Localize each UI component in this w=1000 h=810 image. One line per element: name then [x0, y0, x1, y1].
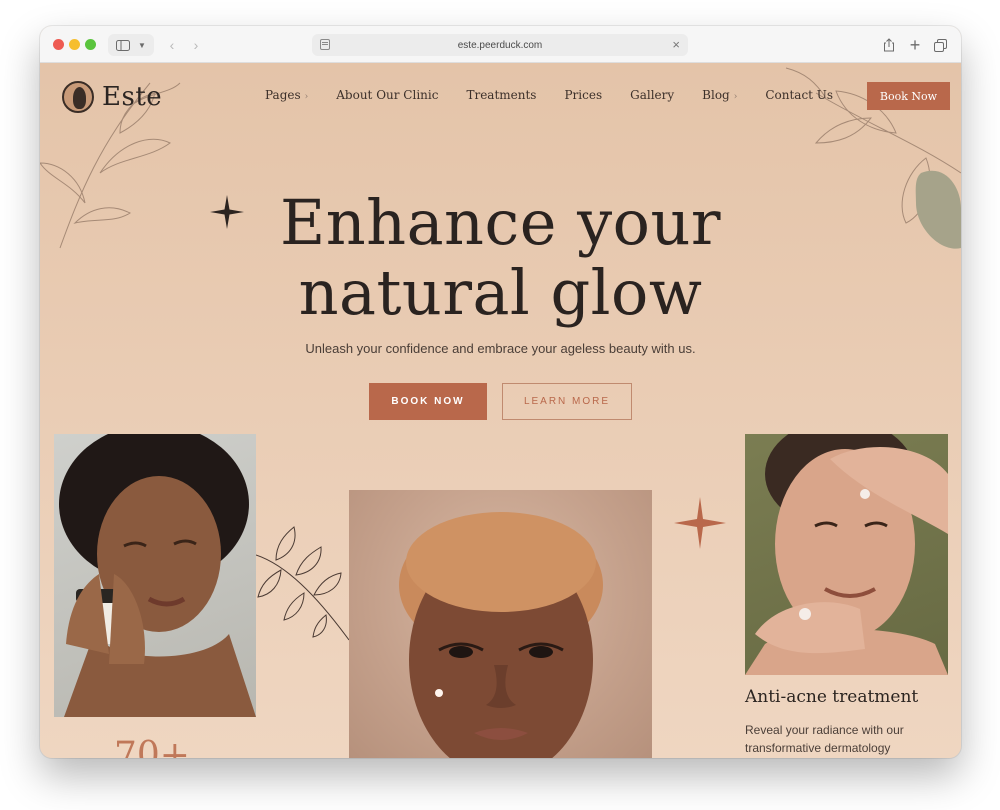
browser-toolbar: ▼ ‹ › este.peerduck.com × + — [40, 26, 961, 63]
nav-label: Gallery — [630, 88, 675, 102]
book-now-header-button[interactable]: Book Now — [867, 82, 950, 110]
chevron-right-icon: › — [733, 92, 738, 102]
forward-button[interactable]: › — [186, 34, 206, 56]
hero-title-line1: Enhance your — [279, 186, 722, 259]
nav-label: About Our Clinic — [336, 88, 439, 102]
chevron-right-icon: › — [304, 92, 309, 102]
nav-label: Prices — [564, 88, 603, 102]
portrait-woman-short-hair-icon — [399, 512, 603, 758]
portrait-man-cleansing-icon — [745, 434, 948, 675]
nav-label: Blog — [702, 88, 730, 102]
address-bar[interactable]: este.peerduck.com × — [312, 34, 688, 56]
book-now-button[interactable]: BOOK NOW — [369, 383, 487, 420]
page-menu-icon[interactable] — [320, 39, 330, 50]
logo-face-icon — [62, 81, 94, 113]
nav-item-treatments[interactable]: Treatments — [466, 88, 536, 102]
close-window-button[interactable] — [53, 39, 64, 50]
nav-item-blog[interactable]: Blog › — [702, 88, 737, 102]
share-icon — [884, 38, 894, 52]
chevron-left-icon: ‹ — [169, 37, 175, 53]
nav-label: Contact Us — [765, 88, 834, 102]
nav-item-gallery[interactable]: Gallery — [630, 88, 674, 102]
new-tab-button[interactable]: + — [906, 34, 924, 56]
stat-counter: 70+ — [114, 735, 190, 758]
back-button[interactable]: ‹ — [162, 34, 182, 56]
hero-title-line2: natural glow — [298, 256, 703, 329]
photo-man-cleansing — [745, 434, 948, 675]
sidebar-toggle-button[interactable]: ▼ — [108, 34, 154, 56]
tab-overview-button[interactable] — [931, 34, 949, 56]
nav-item-prices[interactable]: Prices — [564, 88, 602, 102]
sidebar-icon — [116, 39, 131, 51]
photo-woman-short-hair — [349, 490, 652, 758]
plus-icon: + — [909, 34, 921, 55]
nav-item-contact[interactable]: Contact Us — [765, 88, 833, 102]
chevron-down-icon: ▼ — [138, 40, 146, 50]
nav-item-about[interactable]: About Our Clinic — [336, 88, 438, 102]
clear-url-icon[interactable]: × — [672, 37, 680, 52]
hero-title: Enhance your natural glow — [40, 188, 961, 328]
url-text: este.peerduck.com — [457, 39, 543, 51]
main-navigation: Pages › About Our Clinic Treatments Price… — [265, 88, 861, 102]
treatment-card-text: Reveal your radiance with our transforma… — [745, 723, 904, 755]
maximize-window-button[interactable] — [85, 39, 96, 50]
portrait-woman-cream-icon — [59, 434, 256, 717]
sparkle-star-accent-icon — [674, 497, 726, 549]
nav-label: Pages — [265, 88, 301, 102]
webpage: Este Pages › About Our Clinic Treatments … — [40, 63, 961, 758]
hero-subtitle: Unleash your confidence and embrace your… — [305, 341, 696, 356]
branch-decoration-icon — [256, 526, 350, 641]
site-logo[interactable]: Este — [62, 81, 162, 113]
learn-more-button[interactable]: LEARN MORE — [502, 383, 632, 420]
tabs-icon — [933, 38, 947, 52]
photo-woman-with-cream — [54, 434, 256, 717]
treatment-card-title[interactable]: Anti-acne treatment — [745, 687, 918, 707]
chevron-right-icon: › — [193, 37, 199, 53]
logo-text: Este — [102, 82, 163, 112]
minimize-window-button[interactable] — [69, 39, 80, 50]
nav-item-pages[interactable]: Pages › — [265, 88, 308, 102]
share-button[interactable] — [880, 34, 898, 56]
browser-window: ▼ ‹ › este.peerduck.com × + Este Pages ›… — [40, 26, 961, 758]
nav-label: Treatments — [466, 88, 537, 102]
